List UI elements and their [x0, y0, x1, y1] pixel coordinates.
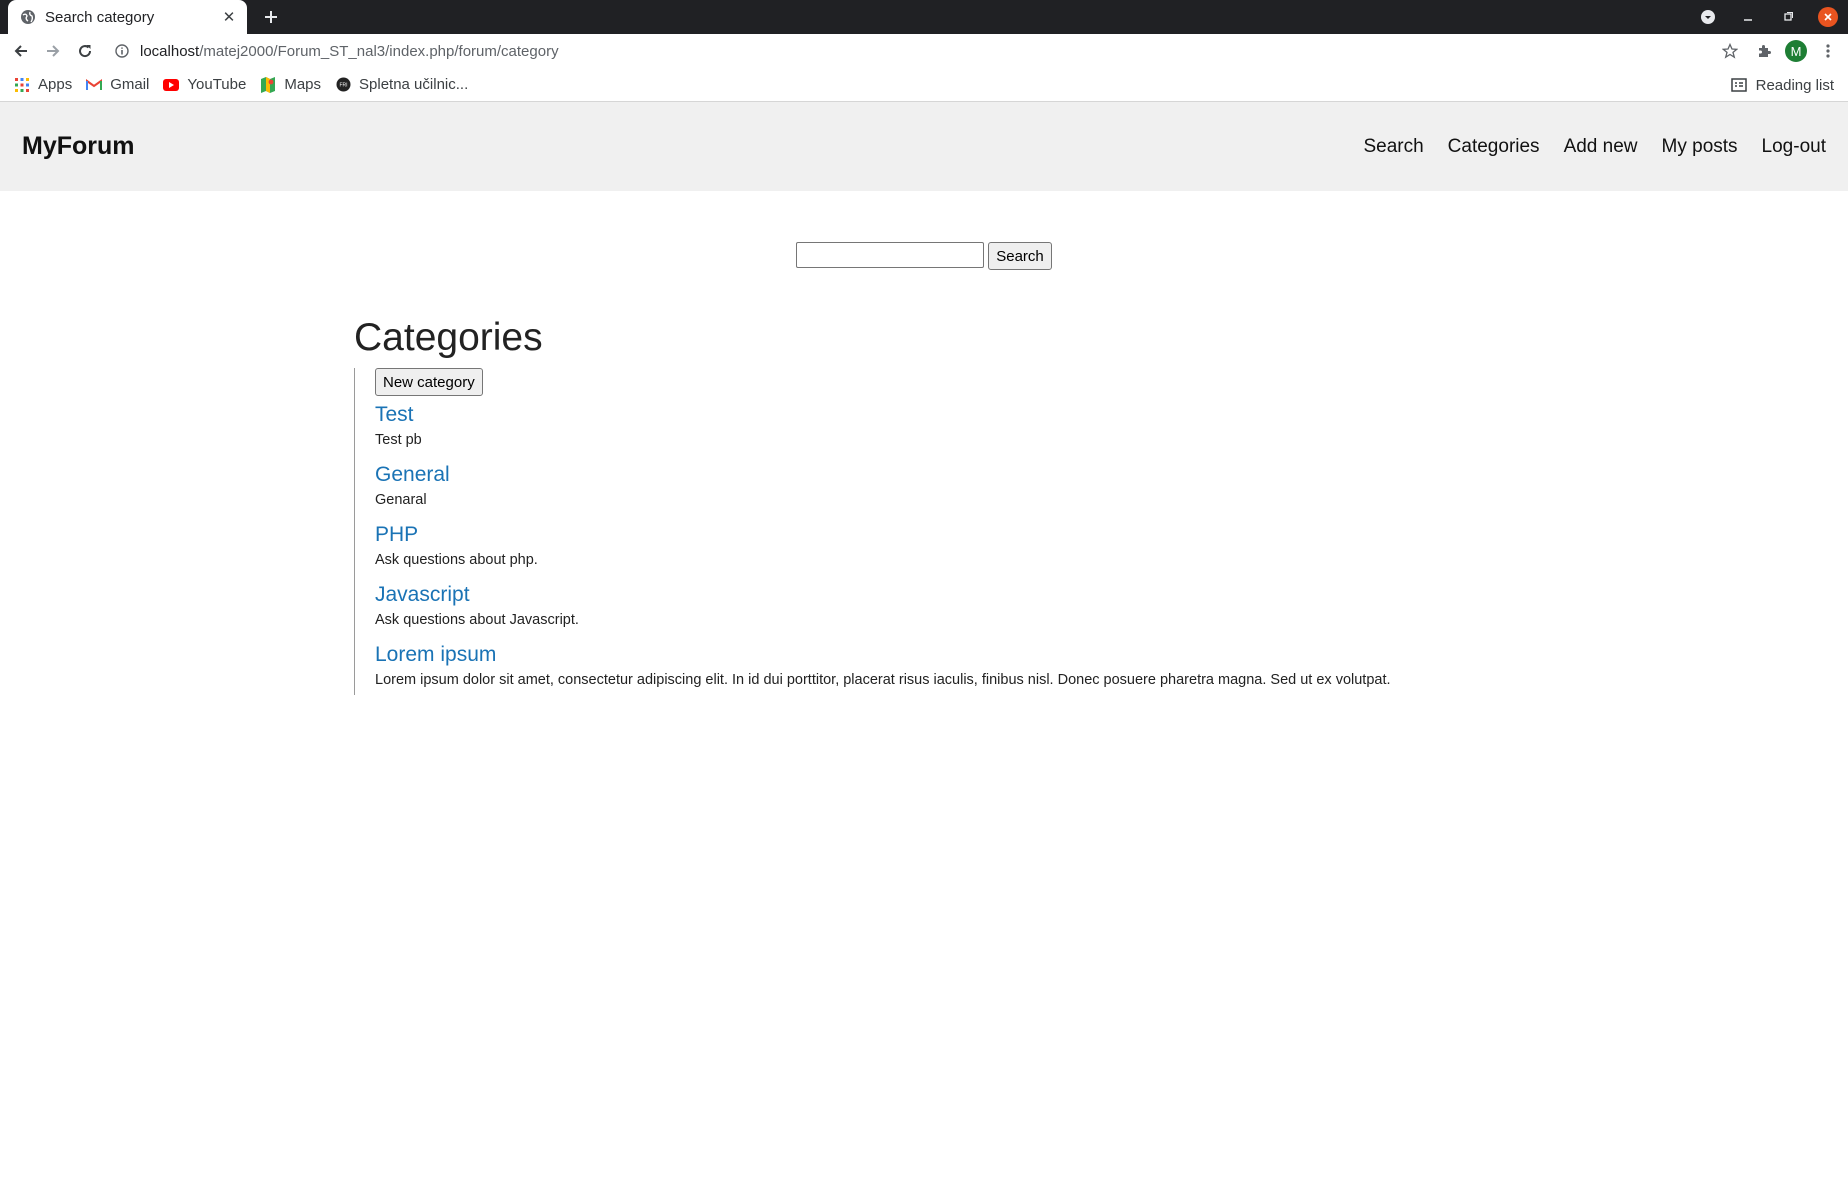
category-list: New category Test Test pb General Genara…	[354, 368, 1494, 695]
restore-icon[interactable]	[1768, 0, 1808, 34]
category-item: Test Test pb	[375, 402, 1494, 449]
tab-search-icon[interactable]	[1688, 0, 1728, 34]
svg-text:FRI: FRI	[339, 83, 347, 89]
page-title: Categories	[354, 316, 543, 359]
minimize-icon[interactable]	[1728, 0, 1768, 34]
tab-close-icon[interactable]: ✕	[219, 7, 239, 27]
bookmarks-bar: Apps Gmail YouTube Maps FRI Spletna učil…	[0, 68, 1848, 102]
extensions-puzzle-icon[interactable]	[1748, 35, 1780, 67]
profile-avatar[interactable]: M	[1780, 35, 1812, 67]
info-icon[interactable]	[112, 41, 132, 61]
bookmark-apps[interactable]: Apps	[14, 76, 72, 93]
site-brand[interactable]: MyForum	[22, 102, 135, 191]
reading-list-button[interactable]: Reading list	[1730, 68, 1834, 102]
nav-my-posts[interactable]: My posts	[1662, 136, 1738, 158]
tab-title: Search category	[45, 8, 155, 26]
category-description: Ask questions about Javascript.	[375, 612, 579, 628]
category-item: PHP Ask questions about php.	[375, 522, 1494, 569]
browser-toolbar: localhost/matej2000/Forum_ST_nal3/index.…	[0, 34, 1848, 68]
back-arrow-icon[interactable]	[5, 35, 37, 67]
bookmark-spletna-ucilnica[interactable]: FRI Spletna učilnic...	[335, 76, 468, 93]
address-bar[interactable]: localhost/matej2000/Forum_ST_nal3/index.…	[106, 34, 1742, 68]
category-item: Lorem ipsum Lorem ipsum dolor sit amet, …	[375, 642, 1494, 689]
category-description: Genaral	[375, 492, 427, 508]
site-header: MyForum Search Categories Add new My pos…	[0, 102, 1848, 191]
search-button[interactable]: Search	[988, 242, 1052, 270]
apps-grid-icon	[14, 77, 30, 93]
close-window-icon[interactable]	[1808, 0, 1848, 34]
category-link-general[interactable]: General	[375, 462, 450, 488]
bookmark-youtube[interactable]: YouTube	[163, 76, 246, 93]
browser-tabstrip: Search category ✕	[0, 0, 1848, 34]
bookmark-maps[interactable]: Maps	[260, 76, 321, 93]
search-form: Search	[0, 242, 1848, 270]
bookmark-star-icon[interactable]	[1718, 39, 1742, 63]
category-description: Lorem ipsum dolor sit amet, consectetur …	[375, 672, 1391, 688]
browser-tab[interactable]: Search category ✕	[8, 0, 247, 34]
maps-icon	[260, 76, 276, 93]
new-tab-icon[interactable]	[259, 5, 283, 29]
youtube-icon	[163, 77, 180, 93]
fri-icon: FRI	[335, 77, 351, 93]
category-link-test[interactable]: Test	[375, 402, 414, 428]
nav-search[interactable]: Search	[1363, 136, 1423, 158]
gmail-icon	[86, 77, 103, 93]
bookmark-gmail[interactable]: Gmail	[86, 76, 149, 93]
forward-arrow-icon[interactable]	[37, 35, 69, 67]
nav-add-new[interactable]: Add new	[1564, 136, 1638, 158]
category-description: Test pb	[375, 432, 422, 448]
main-nav: Search Categories Add new My posts Log-o…	[1339, 102, 1826, 191]
category-link-lorem-ipsum[interactable]: Lorem ipsum	[375, 642, 496, 668]
nav-log-out[interactable]: Log-out	[1762, 136, 1826, 158]
reading-list-icon	[1730, 76, 1748, 94]
nav-categories[interactable]: Categories	[1448, 136, 1540, 158]
globe-icon	[20, 9, 36, 25]
new-category-button[interactable]: New category	[375, 368, 483, 396]
category-link-php[interactable]: PHP	[375, 522, 418, 548]
category-description: Ask questions about php.	[375, 552, 538, 568]
category-item: Javascript Ask questions about Javascrip…	[375, 582, 1494, 629]
reload-icon[interactable]	[69, 35, 101, 67]
category-item: General Genaral	[375, 462, 1494, 509]
url-text: localhost/matej2000/Forum_ST_nal3/index.…	[140, 42, 559, 60]
window-controls	[1688, 0, 1848, 34]
main-content: Categories New category Test Test pb Gen…	[354, 316, 1494, 695]
menu-kebab-icon[interactable]	[1812, 35, 1844, 67]
category-link-javascript[interactable]: Javascript	[375, 582, 470, 608]
search-input[interactable]	[796, 242, 985, 268]
